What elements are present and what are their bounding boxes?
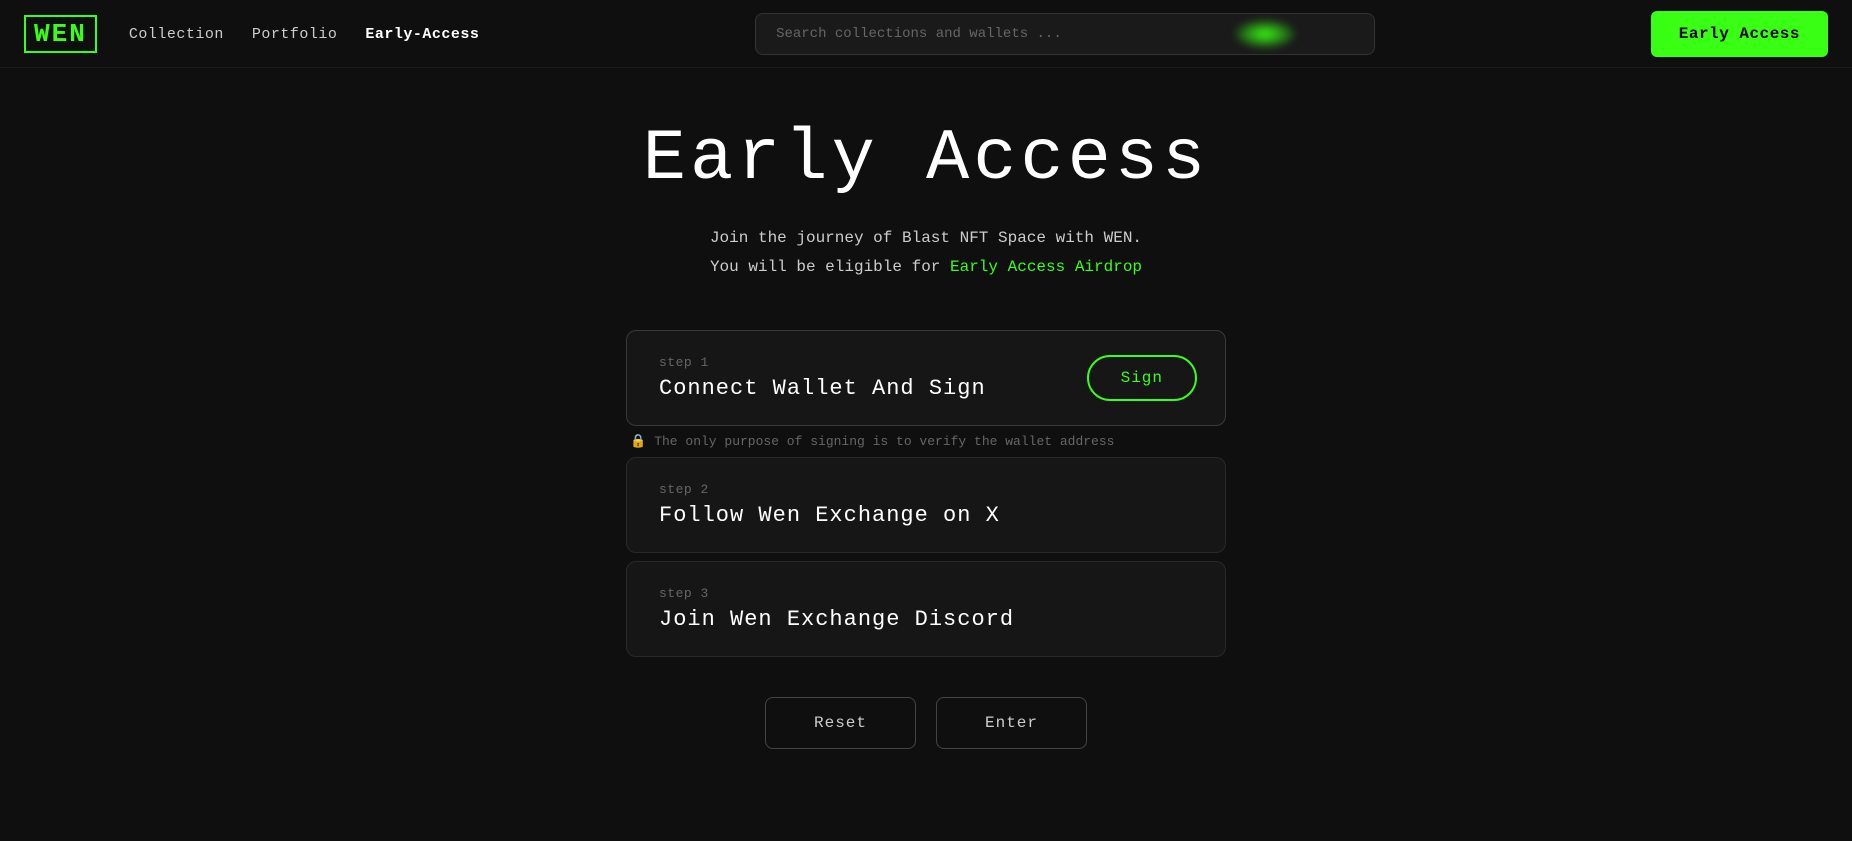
step-label-3: step 3: [659, 586, 1193, 601]
lock-emoji: 🔒: [630, 434, 646, 449]
main-content: Early Access Join the journey of Blast N…: [0, 68, 1852, 749]
page-title: Early Access: [643, 118, 1209, 200]
subtitle-highlight: Early Access Airdrop: [950, 258, 1142, 276]
step-card-3: step 3 Join Wen Exchange Discord: [626, 561, 1226, 657]
nav-link-portfolio[interactable]: Portfolio: [252, 26, 338, 43]
nav-item-early-access[interactable]: Early-Access: [365, 25, 479, 43]
hero-subtitle: Join the journey of Blast NFT Space with…: [710, 224, 1142, 282]
steps-container: step 1 Connect Wallet And Sign Sign 🔒 Th…: [626, 330, 1226, 665]
early-access-cta-button[interactable]: Early Access: [1651, 11, 1828, 57]
step-label-2: step 2: [659, 482, 1193, 497]
step-note-1: 🔒 The only purpose of signing is to veri…: [626, 434, 1226, 449]
step-title-2: Follow Wen Exchange on X: [659, 503, 1193, 528]
nav-item-portfolio[interactable]: Portfolio: [252, 25, 338, 43]
subtitle-line1: Join the journey of Blast NFT Space with…: [710, 229, 1142, 247]
navbar-left: WEN Collection Portfolio Early-Access: [24, 15, 479, 53]
reset-button[interactable]: Reset: [765, 697, 916, 749]
sign-button[interactable]: Sign: [1087, 355, 1197, 401]
enter-button[interactable]: Enter: [936, 697, 1087, 749]
action-buttons: Reset Enter: [765, 697, 1087, 749]
navbar: WEN Collection Portfolio Early-Access Ea…: [0, 0, 1852, 68]
logo[interactable]: WEN: [24, 15, 97, 53]
subtitle-line2: You will be eligible for: [710, 258, 950, 276]
nav-link-collection[interactable]: Collection: [129, 26, 224, 43]
nav-item-collection[interactable]: Collection: [129, 25, 224, 43]
step-card-2: step 2 Follow Wen Exchange on X: [626, 457, 1226, 553]
search-input[interactable]: [755, 13, 1375, 55]
nav-link-early-access[interactable]: Early-Access: [365, 26, 479, 43]
search-container: [755, 13, 1375, 55]
step-card-1: step 1 Connect Wallet And Sign Sign: [626, 330, 1226, 426]
nav-links: Collection Portfolio Early-Access: [129, 25, 480, 43]
step-title-3: Join Wen Exchange Discord: [659, 607, 1193, 632]
step-note-text: The only purpose of signing is to verify…: [654, 434, 1114, 449]
